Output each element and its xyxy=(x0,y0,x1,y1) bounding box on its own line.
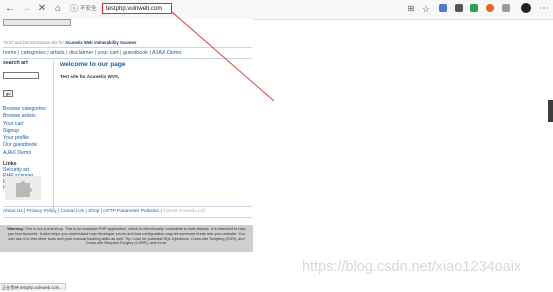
search-input[interactable] xyxy=(3,72,39,80)
nav-artists[interactable]: artists xyxy=(50,50,64,56)
back-icon[interactable]: ← xyxy=(4,3,16,15)
page-title: welcome to our page xyxy=(60,61,126,68)
footer-links: About Us | Privacy Policy | Contact Us |… xyxy=(3,206,252,218)
nav-categories[interactable]: categories xyxy=(21,50,46,56)
search-heading: search art xyxy=(3,60,28,66)
plugin-placeholder xyxy=(5,176,41,200)
browser-toolbar: ← → ✕ ⌂ ⓘ 不安全 testphp.vulnweb.com ⊞ ☆ ⋯ xyxy=(0,0,553,20)
sidebar-link-ajax-demo[interactable]: AJAX Demo xyxy=(3,150,53,157)
nav-disclaimer[interactable]: disclaimer xyxy=(69,50,93,56)
side-panel-tab[interactable] xyxy=(548,100,553,122)
sidebar-link-guestbook[interactable]: Our guestbook xyxy=(3,142,53,149)
warning-text: : This is not a real shop. This is an ex… xyxy=(8,226,246,246)
tagline-brand-link[interactable]: Acunetix Web Vulnerability Scanner xyxy=(65,40,136,45)
watermark: https://blog.csdn.net/xiao1234oaix xyxy=(302,259,522,275)
footer-link-shop[interactable]: Shop xyxy=(88,209,99,214)
profile-avatar-icon[interactable] xyxy=(521,3,531,13)
extension-icon[interactable] xyxy=(439,4,447,12)
footer-link-privacy[interactable]: Privacy Policy xyxy=(27,209,57,214)
nav-home[interactable]: home xyxy=(3,50,17,56)
sidebar-link-your-cart[interactable]: Your cart xyxy=(3,121,53,128)
stop-icon[interactable]: ✕ xyxy=(36,3,48,15)
page-intro-text: Test site for Acunetix WVS. xyxy=(60,74,120,79)
sidebar-link-your-profile[interactable]: Your profile xyxy=(3,135,53,142)
footer-copyright: ©2019 Acunetix Ltd xyxy=(163,209,205,214)
extension-icon[interactable] xyxy=(486,4,494,12)
extension-icon[interactable] xyxy=(470,4,478,12)
extension-icon[interactable] xyxy=(455,4,463,12)
home-icon[interactable]: ⌂ xyxy=(52,3,64,15)
go-button[interactable]: go xyxy=(3,90,14,98)
info-icon[interactable]: ⓘ xyxy=(68,3,80,15)
top-navigation: home | categories | artists | disclaimer… xyxy=(3,47,252,59)
star-icon[interactable]: ☆ xyxy=(420,3,432,15)
puzzle-icon xyxy=(16,181,32,197)
nav-guestbook[interactable]: guestbook xyxy=(123,50,148,56)
footer-link-hpp[interactable]: HTTP Parameter Pollution xyxy=(103,209,159,214)
warning-box: Warning: This is not a real shop. This i… xyxy=(0,225,253,252)
sidebar-link-browse-categories[interactable]: Browse categories xyxy=(3,106,53,113)
menu-icon[interactable]: ⋯ xyxy=(538,3,550,15)
footer-link-about[interactable]: About Us xyxy=(3,209,23,214)
site-tagline: TEST and Demonstration site for Acunetix… xyxy=(3,40,137,45)
translate-icon[interactable]: ⊞ xyxy=(405,3,417,15)
address-bar[interactable]: testphp.vulnweb.com xyxy=(102,3,172,14)
browser-status-bar: 正在等待 testphp.vulnweb.com... xyxy=(0,283,66,291)
forward-icon[interactable]: → xyxy=(20,3,32,15)
tagline-prefix: TEST and Demonstration site for xyxy=(3,40,64,45)
nav-ajax-demo[interactable]: AJAX Demo xyxy=(152,50,181,56)
sidebar-link-signup[interactable]: Signup xyxy=(3,128,53,135)
insecure-label[interactable]: 不安全 xyxy=(80,3,97,15)
sidebar-link-browse-artists[interactable]: Browse artists xyxy=(3,113,53,120)
site-logo[interactable] xyxy=(3,19,71,26)
footer-link-contact[interactable]: Contact Us xyxy=(60,209,84,214)
nav-cart[interactable]: your cart xyxy=(98,50,119,56)
extension-icon[interactable] xyxy=(502,4,510,12)
